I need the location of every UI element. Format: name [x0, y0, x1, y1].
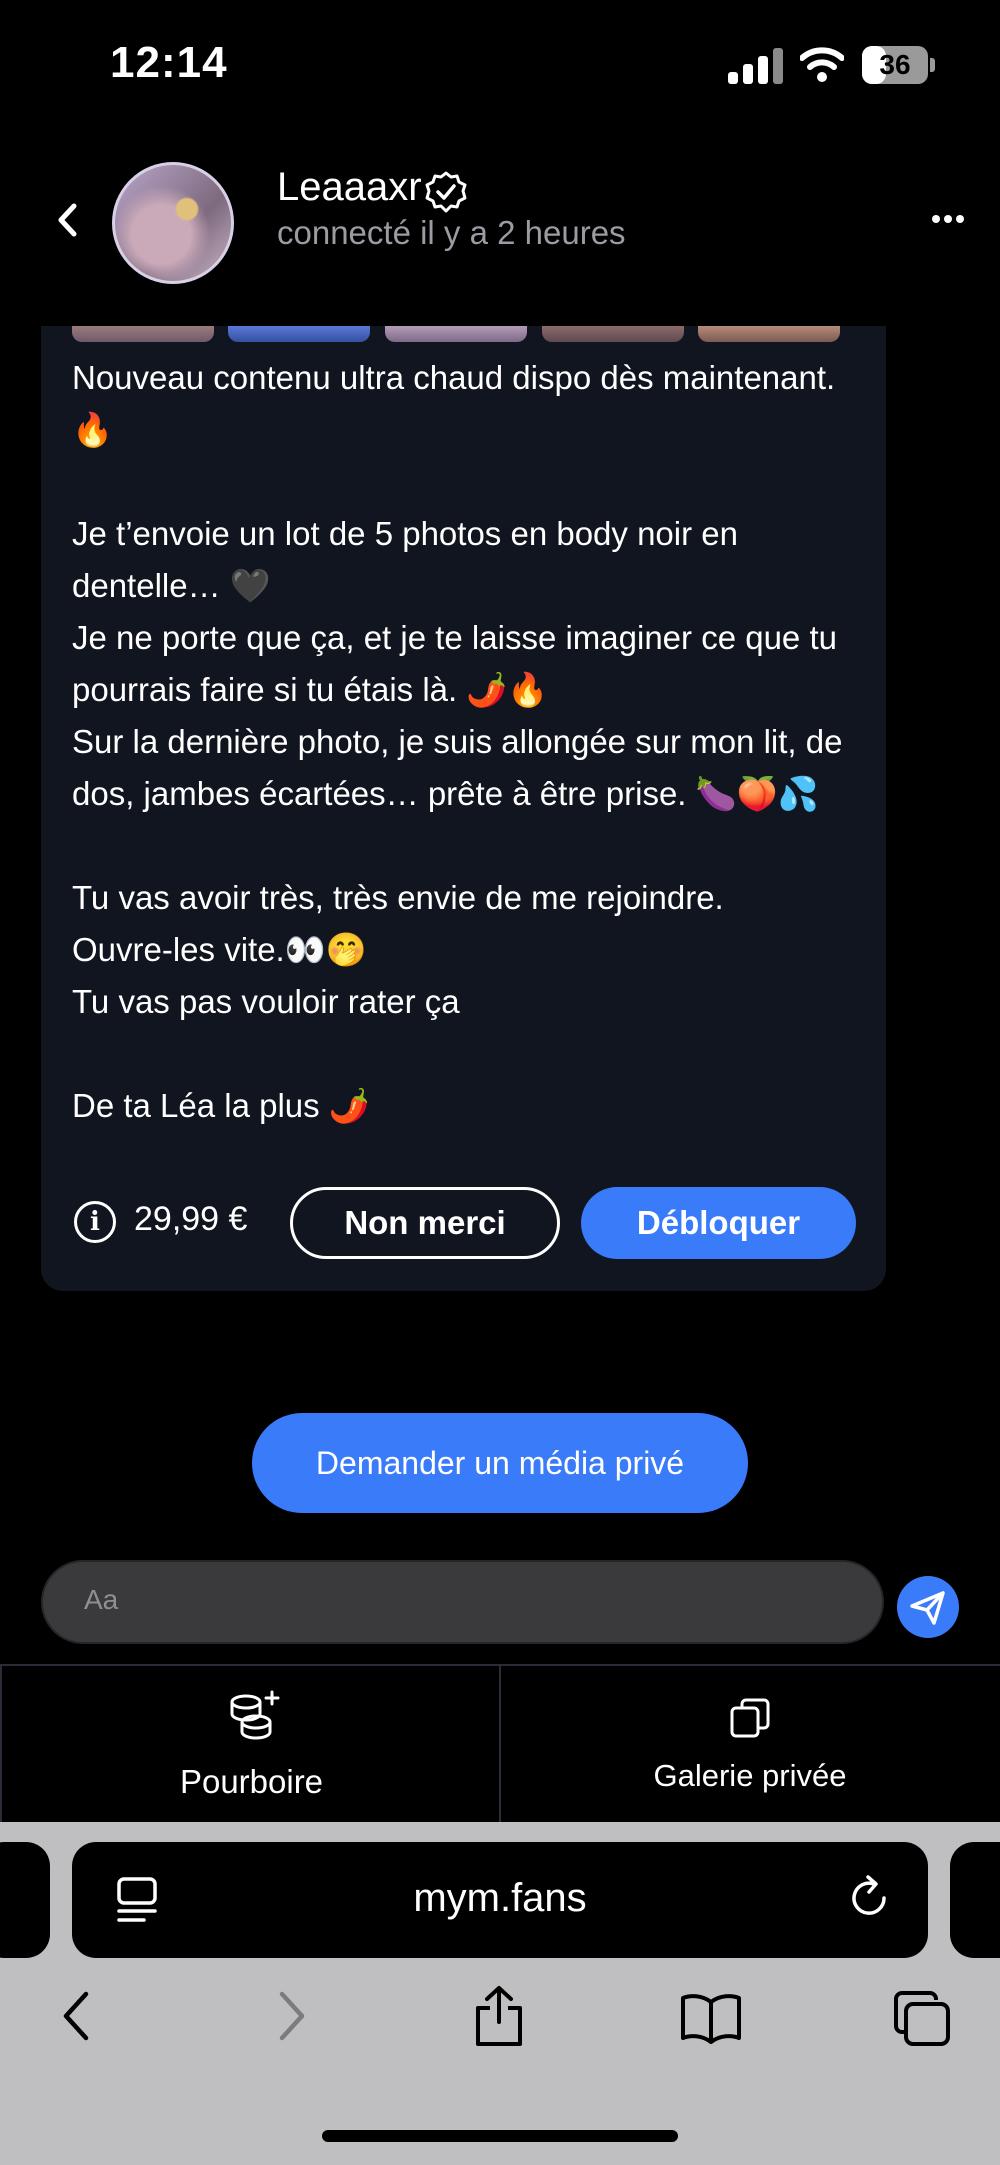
url-text[interactable]: mym.fans — [72, 1876, 928, 1921]
request-private-media-button[interactable]: Demander un média privé — [252, 1413, 748, 1513]
cellular-signal-icon — [728, 48, 784, 84]
forward-icon[interactable] — [272, 1986, 312, 2046]
verified-badge-icon — [425, 171, 467, 213]
reload-icon[interactable] — [846, 1872, 894, 1924]
avatar[interactable] — [112, 162, 234, 284]
wifi-icon — [800, 47, 844, 82]
battery-percent: 36 — [879, 49, 911, 80]
gallery-copy-icon — [730, 1698, 770, 1738]
coins-plus-icon — [230, 1690, 280, 1740]
status-time: 12:14 — [110, 38, 228, 87]
media-thumbnail[interactable] — [72, 326, 214, 342]
previous-tab-preview[interactable] — [0, 1842, 50, 1958]
message-text: Nouveau contenu ultra chaud dispo dès ma… — [72, 359, 843, 1124]
next-tab-preview[interactable] — [950, 1842, 1000, 1958]
battery-tip — [930, 58, 935, 72]
media-thumbnail[interactable] — [698, 326, 840, 342]
bookmarks-icon[interactable] — [680, 1992, 742, 2044]
send-icon — [910, 1591, 945, 1625]
decline-button[interactable]: Non merci — [290, 1187, 560, 1259]
info-icon[interactable]: i — [74, 1201, 116, 1243]
price-label: 29,99 € — [134, 1200, 248, 1238]
tab-tip[interactable]: Pourboire — [0, 1763, 503, 1801]
message-input[interactable] — [41, 1560, 884, 1644]
chevron-left-icon[interactable] — [52, 200, 84, 240]
send-button[interactable] — [897, 1576, 959, 1638]
back-icon[interactable] — [56, 1986, 96, 2046]
tabs-icon[interactable] — [892, 1990, 952, 2048]
ellipsis-icon[interactable] — [932, 210, 968, 228]
media-thumbnail[interactable] — [542, 326, 684, 342]
media-thumbnail[interactable] — [228, 326, 370, 342]
last-seen-status: connecté il y a 2 heures — [277, 214, 626, 251]
media-thumbnail[interactable] — [385, 326, 527, 342]
share-icon[interactable] — [472, 1984, 526, 2048]
home-indicator — [322, 2130, 678, 2142]
unlock-button[interactable]: Débloquer — [581, 1187, 856, 1259]
battery-icon: 36 — [862, 46, 928, 84]
tab-private-gallery[interactable]: Galerie privée — [500, 1758, 1000, 1794]
profile-name[interactable]: Leaaaxr — [277, 165, 422, 210]
message-input-placeholder: Aa — [84, 1584, 119, 1615]
